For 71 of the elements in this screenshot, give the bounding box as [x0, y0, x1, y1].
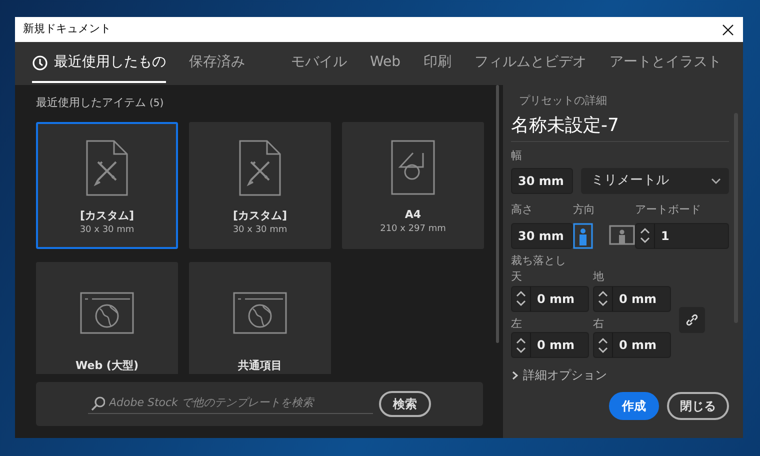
tab[interactable]: 印刷	[424, 44, 452, 83]
tile-size: 30 x 30 mm	[80, 224, 134, 237]
browser-globe-icon	[80, 292, 134, 334]
preset-tile[interactable]: Web (大型)	[36, 262, 178, 374]
stepper-button[interactable]	[635, 222, 655, 248]
number-field[interactable]: 1	[655, 222, 729, 248]
field-label: 左	[511, 316, 523, 332]
tile-title: [カスタム]	[80, 208, 134, 224]
field-label: 地	[593, 269, 605, 285]
scrollbar[interactable]	[496, 85, 499, 343]
link-button[interactable]	[679, 306, 705, 332]
number-field[interactable]: 0 mm	[531, 332, 589, 358]
field-label: 高さ	[511, 202, 534, 218]
preset-tile[interactable]: A4 210 x 297 mm	[342, 122, 484, 248]
number-field[interactable]: 0 mm	[613, 286, 671, 312]
field-label: 天	[511, 269, 523, 285]
unit-dropdown[interactable]: ミリメートル	[581, 168, 729, 194]
chevron-down-icon	[711, 178, 721, 184]
tab[interactable]: モバイル	[291, 44, 347, 83]
tile-title: Web (大型)	[76, 358, 138, 374]
tab[interactable]: Web	[370, 44, 401, 83]
chevron-right-icon	[511, 370, 520, 380]
stepper-button[interactable]	[593, 286, 613, 312]
advanced-options-toggle[interactable]: 詳細オプション	[511, 366, 729, 384]
input-field[interactable]: 30 mm	[511, 222, 573, 248]
window-title: 新規ドキュメント	[23, 21, 111, 38]
tab[interactable]: アートとイラスト	[610, 44, 722, 83]
document-icon	[239, 140, 281, 196]
field-label: 右	[593, 316, 605, 332]
chevron-up-down-icon	[597, 290, 609, 307]
tile-title: 共通項目	[238, 358, 282, 374]
section-title: プリセットの詳細	[518, 93, 608, 109]
section-label: 裁ち落とし	[511, 252, 567, 268]
tile-size: 30 x 30 mm	[232, 224, 288, 237]
document-icon	[86, 140, 128, 196]
tab[interactable]: 最近使用したもの	[32, 44, 166, 83]
close-button[interactable]: 閉じる	[667, 392, 729, 420]
tile-title: [カスタム]	[232, 208, 288, 224]
search-button[interactable]: 検索	[379, 390, 431, 416]
field-label: 幅	[511, 148, 523, 164]
stepper-button[interactable]	[593, 332, 613, 358]
tab[interactable]: フィルムとビデオ	[474, 44, 587, 83]
chevron-up-down-icon	[515, 290, 527, 307]
shapes-document-icon	[391, 140, 435, 194]
tile-title: A4	[404, 206, 422, 222]
tab[interactable]: 保存済み	[189, 44, 245, 83]
number-field[interactable]: 0 mm	[531, 286, 589, 312]
field-label: アートボード	[635, 202, 702, 218]
field-label: 方向	[573, 202, 596, 218]
portrait-icon	[573, 222, 593, 248]
chevron-up-down-icon	[597, 336, 609, 354]
section-heading: 最近使用したアイテム	[36, 96, 146, 109]
chevron-up-down-icon	[515, 336, 527, 354]
create-button[interactable]: 作成	[609, 392, 659, 420]
preset-tile[interactable]: [カスタム] 30 x 30 mm	[36, 122, 178, 248]
browser-globe-icon	[233, 292, 287, 334]
search-icon	[90, 396, 105, 410]
clock-icon	[32, 54, 48, 70]
input-field[interactable]: 30 mm	[511, 168, 573, 194]
item-count: (5)	[150, 98, 164, 109]
tile-size: 210 x 297 mm	[380, 223, 446, 236]
close-icon	[722, 24, 734, 36]
stepper-button[interactable]	[511, 332, 531, 358]
chevron-up-down-icon	[639, 227, 651, 244]
link-icon	[685, 312, 699, 328]
preset-tile[interactable]: [カスタム] 30 x 30 mm	[189, 122, 331, 248]
number-field[interactable]: 0 mm	[613, 332, 671, 358]
portrait-button[interactable]	[573, 222, 593, 248]
preset-tile[interactable]: 共通項目	[189, 262, 331, 374]
stepper-button[interactable]	[511, 286, 531, 312]
document-name[interactable]: 名称未設定-7	[511, 112, 729, 142]
